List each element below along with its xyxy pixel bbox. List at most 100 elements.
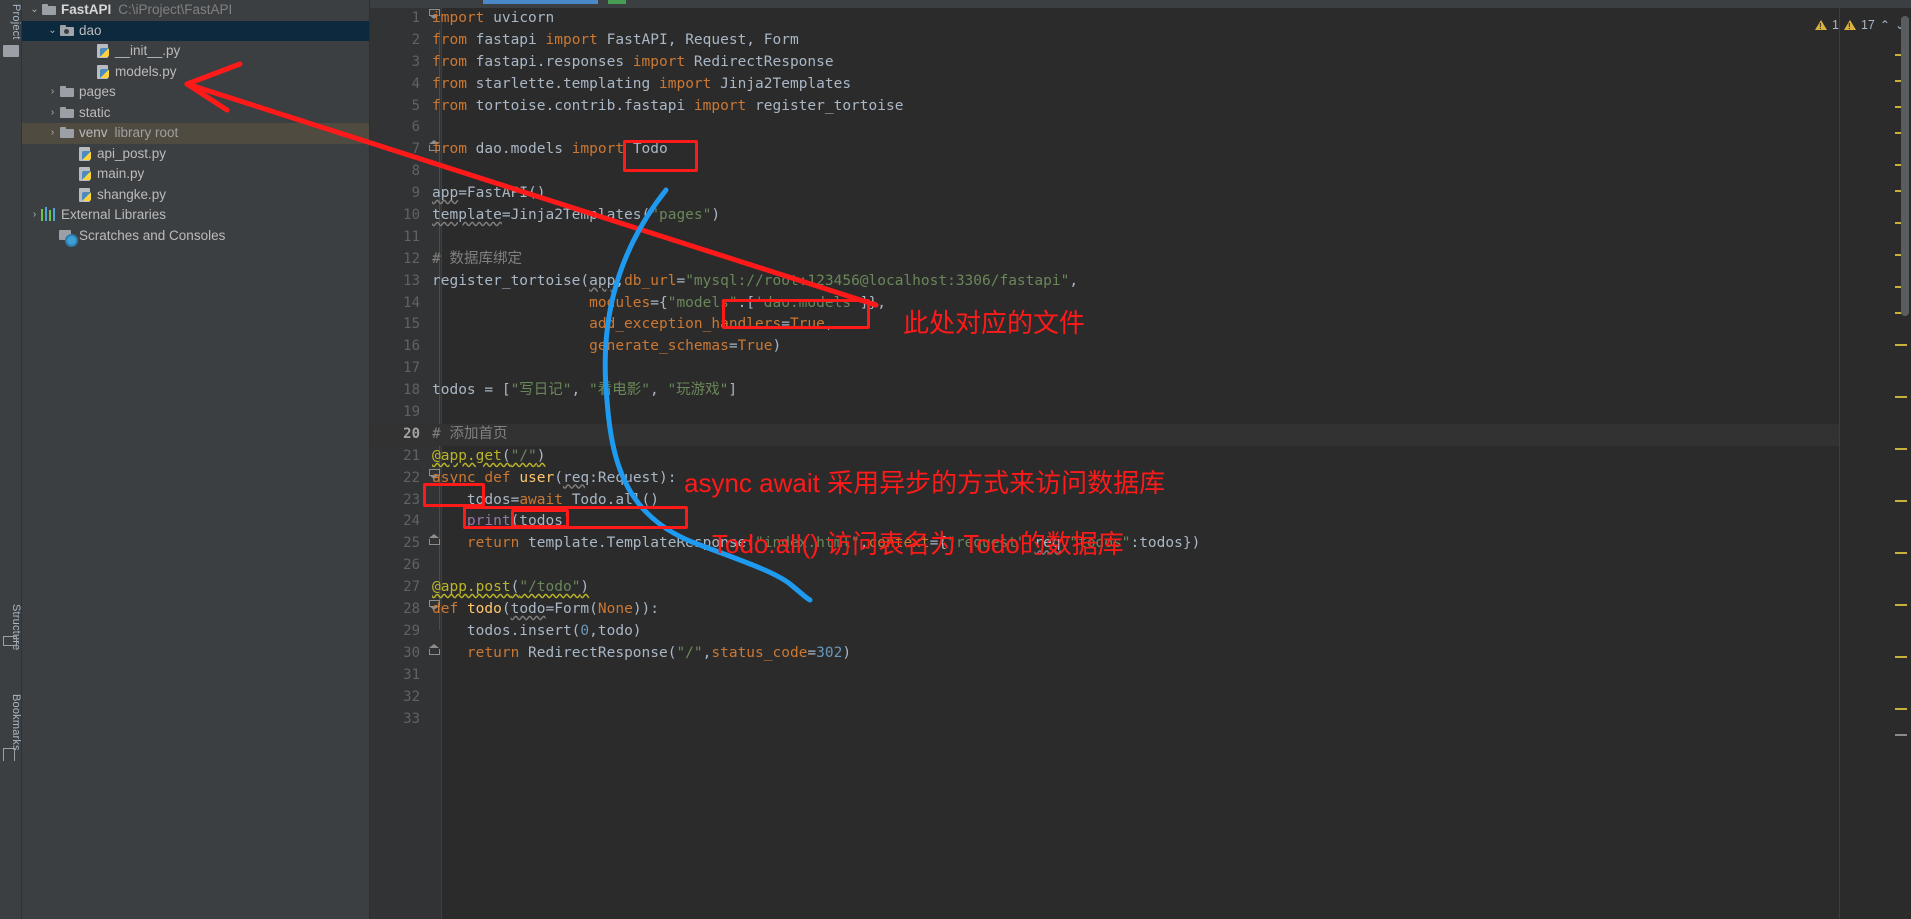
tree-item-fastapi[interactable]: ⌄ FastAPI C:\iProject\FastAPI — [22, 0, 369, 21]
code-line[interactable]: 13 register_tortoise(app,db_url="mysql://… — [370, 271, 1839, 293]
tree-item-label: External Libraries — [61, 207, 167, 222]
code-line[interactable]: 32 — [370, 687, 1839, 709]
code-line[interactable]: 10 template=Jinja2Templates("pages") — [370, 205, 1839, 227]
tree-item-main-py[interactable]: › main.py — [22, 164, 369, 185]
tree-item-api-post-py[interactable]: › api_post.py — [22, 144, 369, 165]
code-line[interactable]: 16 generate_schemas=True) — [370, 336, 1839, 358]
inspection-gutter[interactable]: 1 17 ⌃ ⌄ — [1815, 8, 1911, 919]
code-line[interactable]: 8 — [370, 161, 1839, 183]
inspection-mark[interactable] — [1895, 708, 1907, 710]
tree-item-label: venv — [79, 125, 108, 140]
editor-vertical-scrollbar[interactable] — [1901, 16, 1909, 316]
tree-item--init-py[interactable]: › __init__.py — [22, 41, 369, 62]
inspection-mark[interactable] — [1895, 552, 1907, 554]
code-line[interactable]: 28 def todo(todo=Form(None)): — [370, 599, 1839, 621]
tree-item-label: models.py — [115, 63, 177, 79]
chevron-down-icon[interactable]: ⌄ — [28, 0, 41, 21]
tool-tab-project[interactable]: Project — [0, 0, 22, 44]
tree-item-external-libraries[interactable]: › External Libraries — [22, 205, 369, 226]
line-number: 7 — [411, 141, 420, 158]
code-line[interactable]: 5 from tortoise.contrib.fastapi import re… — [370, 96, 1839, 118]
tool-tab-bookmarks[interactable]: Bookmarks — [0, 690, 22, 755]
tree-item-dao[interactable]: ⌄ dao — [22, 20, 369, 42]
code-line-text: todos = ["写日记", "看电影", "玩游戏"] — [432, 382, 738, 399]
code-line[interactable]: 7 from dao.models import Todo — [370, 139, 1839, 161]
folder-icon — [41, 2, 57, 18]
tree-item-scratches-and-consoles[interactable]: › Scratches and Consoles — [22, 226, 369, 247]
tree-indent-spacer: › — [64, 164, 77, 185]
line-number: 17 — [403, 360, 420, 377]
code-line[interactable]: 4 from starlette.templating import Jinja2… — [370, 74, 1839, 96]
code-line[interactable]: 18 todos = ["写日记", "看电影", "玩游戏"] — [370, 380, 1839, 402]
tree-item-venv[interactable]: › venv library root — [22, 123, 369, 144]
tool-tab-structure[interactable]: Structure — [0, 600, 22, 654]
chevron-right-icon[interactable]: › — [46, 123, 59, 144]
chevron-down-icon[interactable]: ⌄ — [46, 21, 59, 42]
line-number: 22 — [403, 469, 420, 486]
line-number: 3 — [411, 53, 420, 70]
code-line[interactable]: 33 — [370, 709, 1839, 731]
inspection-widget[interactable]: 1 17 ⌃ ⌄ — [1815, 14, 1905, 36]
line-number: 33 — [403, 710, 420, 727]
inspection-mark[interactable] — [1895, 604, 1907, 606]
tree-item-label: dao — [79, 22, 102, 38]
chevron-right-icon[interactable]: › — [46, 82, 59, 103]
box-todo-import — [623, 140, 698, 172]
tree-item-pages[interactable]: › pages — [22, 82, 369, 103]
code-line[interactable]: 12 # 数据库绑定 — [370, 249, 1839, 271]
python-file-icon — [77, 146, 93, 162]
line-number: 9 — [411, 185, 420, 202]
tree-item-label: pages — [79, 84, 116, 99]
code-line[interactable]: 27 @app.post("/todo") — [370, 577, 1839, 599]
code-line[interactable]: 6 — [370, 117, 1839, 139]
code-line-text: from starlette.templating import Jinja2T… — [432, 75, 852, 92]
inspection-mark[interactable] — [1895, 656, 1907, 658]
line-number: 1 — [411, 10, 420, 26]
project-folder-icon — [3, 45, 19, 57]
project-tree-panel[interactable]: ⌄FastAPIC:\iProject\FastAPI⌄dao›__init__… — [22, 0, 370, 919]
weak-warning-count: 17 — [1860, 18, 1875, 32]
prev-problem-chevron-up-icon[interactable]: ⌃ — [1880, 18, 1890, 32]
box-async — [423, 483, 485, 507]
editor-active-tab-underline — [483, 0, 598, 4]
code-line[interactable]: 3 from fastapi.responses import RedirectR… — [370, 52, 1839, 74]
line-number: 21 — [403, 447, 420, 464]
tree-indent-spacer: › — [82, 62, 95, 83]
tree-indent-spacer: › — [64, 144, 77, 165]
code-line[interactable]: 15 add_exception_handlers=True, — [370, 314, 1839, 336]
python-file-icon — [77, 166, 93, 182]
code-line[interactable]: 19 — [370, 402, 1839, 424]
inspection-mark[interactable] — [1895, 500, 1907, 502]
code-line[interactable]: 2 from fastapi import FastAPI, Request, F… — [370, 30, 1839, 52]
python-file-icon — [95, 64, 111, 80]
code-editor[interactable]: 1 import uvicorn 2 from fastapi import Fast… — [370, 0, 1911, 919]
code-line[interactable]: 1 import uvicorn — [370, 8, 1839, 30]
code-line[interactable]: 20 # 添加首页 — [370, 423, 1839, 446]
inspection-mark[interactable] — [1895, 396, 1907, 398]
weak-warning-triangle-icon — [1843, 20, 1856, 31]
code-line[interactable]: 11 — [370, 227, 1839, 249]
chevron-right-icon[interactable]: › — [28, 205, 41, 226]
ide-window: Project Structure Bookmarks ⌄ FastAPI C:\i… — [0, 0, 1911, 919]
code-line[interactable]: 31 — [370, 665, 1839, 687]
editor-tab-strip[interactable] — [370, 0, 1911, 8]
code-line[interactable]: 17 — [370, 358, 1839, 380]
python-file-icon — [95, 43, 111, 59]
inspection-mark[interactable] — [1895, 344, 1907, 346]
tree-item-label: FastAPI — [61, 2, 112, 17]
tree-item-models-py[interactable]: › models.py — [22, 62, 369, 83]
code-line-text: generate_schemas=True) — [589, 338, 782, 355]
tree-indent-spacer: › — [46, 226, 59, 247]
folder-icon — [59, 125, 75, 141]
code-line-text: # 数据库绑定 — [432, 250, 522, 267]
tree-item-shangke-py[interactable]: › shangke.py — [22, 185, 369, 206]
tree-item-static[interactable]: › static — [22, 103, 369, 124]
inspection-mark[interactable] — [1895, 448, 1907, 450]
code-line[interactable]: 9 app=FastAPI() — [370, 183, 1839, 205]
tree-indent-spacer: › — [64, 185, 77, 206]
inspection-mark[interactable] — [1895, 734, 1907, 736]
chevron-right-icon[interactable]: › — [46, 103, 59, 124]
code-line[interactable]: 29 todos.insert(0,todo) — [370, 621, 1839, 643]
code-line[interactable]: 30 return RedirectResponse("/",status_co… — [370, 643, 1839, 665]
code-line[interactable]: 14 modules={"models":['dao.models']}, — [370, 293, 1839, 315]
